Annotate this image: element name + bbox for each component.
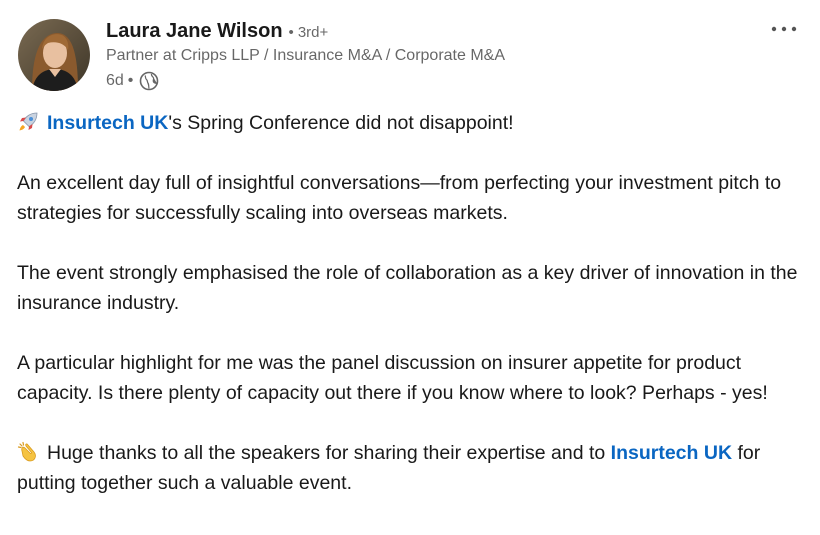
separator-dot: • <box>288 24 294 41</box>
author-headline: Partner at Cripps LLP / Insurance M&A / … <box>106 47 505 64</box>
post-paragraph-3: The event strongly emphasised the role o… <box>17 262 798 314</box>
company-mention-link[interactable]: Insurtech UK <box>47 112 168 134</box>
post-body: Insurtech UK's Spring Conference did not… <box>17 108 812 498</box>
rocket-emoji <box>17 111 39 133</box>
connection-degree: 3rd+ <box>297 24 329 41</box>
globe-icon <box>139 71 159 91</box>
post-paragraph-5-text: Huge thanks to all the speakers for shar… <box>47 442 606 464</box>
more-options-icon <box>771 26 797 32</box>
more-options-button[interactable] <box>764 14 804 44</box>
post-paragraph-2: An excellent day full of insightful conv… <box>17 172 782 224</box>
clapping-hands-emoji <box>17 441 39 463</box>
post-paragraph-5: Huge thanks to all the speakers for shar… <box>17 438 812 498</box>
author-name-line: Laura Jane Wilson • 3rd+ <box>106 20 328 46</box>
post-age: 6d <box>106 72 124 89</box>
separator-dot: • <box>127 72 134 89</box>
company-mention-link[interactable]: Insurtech UK <box>611 442 732 464</box>
author-name[interactable]: Laura Jane Wilson <box>106 20 283 43</box>
post-line-1: Insurtech UK's Spring Conference did not… <box>17 108 812 138</box>
post-meta: 6d • <box>106 70 159 92</box>
post-line-1-text: 's Spring Conference did not disappoint! <box>168 112 514 134</box>
author-avatar[interactable] <box>18 19 90 91</box>
post-paragraph-4: A particular highlight for me was the pa… <box>17 352 768 404</box>
feed-post: Laura Jane Wilson • 3rd+ Partner at Crip… <box>0 0 820 535</box>
